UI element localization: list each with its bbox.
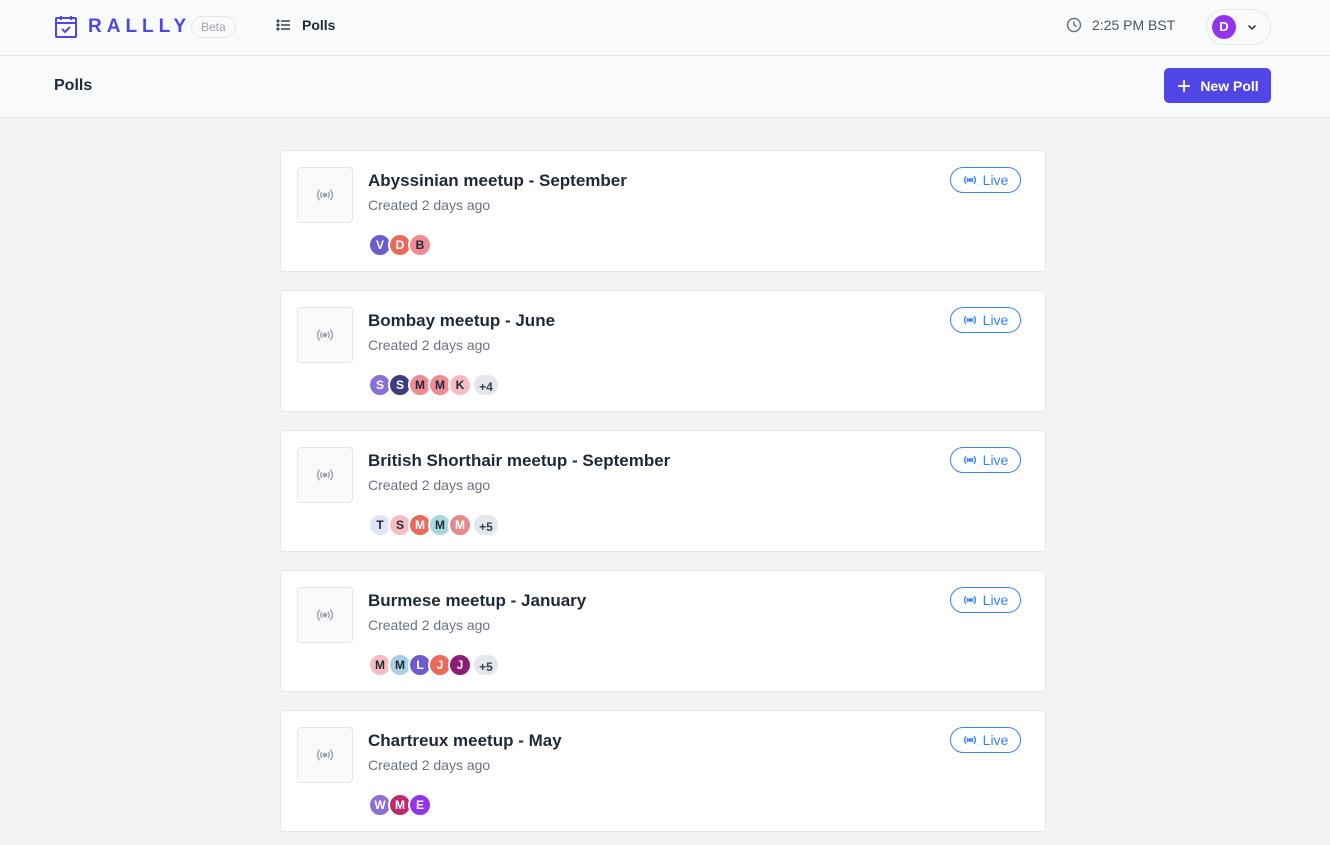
broadcast-icon xyxy=(963,595,976,605)
status-badge: Live xyxy=(950,307,1021,333)
poll-title[interactable]: Burmese meetup - January xyxy=(368,591,586,611)
calendar-check-icon xyxy=(55,16,77,38)
poll-title[interactable]: Bombay meetup - June xyxy=(368,311,555,331)
status-label: Live xyxy=(982,732,1009,748)
timezone-button[interactable]: 2:25 PM BST xyxy=(1066,17,1175,33)
poll-created: Created 2 days ago xyxy=(368,757,491,773)
broadcast-icon xyxy=(316,329,334,341)
participant-avatars: WME xyxy=(368,793,432,817)
poll-card[interactable]: Abyssinian meetup - September Created 2 … xyxy=(280,150,1046,272)
nav-polls-link[interactable]: Polls xyxy=(276,17,335,33)
new-poll-label: New Poll xyxy=(1200,77,1259,94)
poll-card[interactable]: British Shorthair meetup - September Cre… xyxy=(280,430,1046,552)
page-title: Polls xyxy=(54,77,93,94)
app-name: RALLLY xyxy=(88,16,192,37)
poll-created: Created 2 days ago xyxy=(368,617,491,633)
status-label: Live xyxy=(982,452,1009,468)
participant-avatar: K xyxy=(448,373,472,397)
participant-avatar: B xyxy=(408,233,432,257)
poll-thumbnail xyxy=(297,447,353,503)
top-navbar: RALLLY Beta Polls 2:25 PM BST D xyxy=(0,0,1330,56)
poll-thumbnail xyxy=(297,727,353,783)
participant-avatars: M M L J J +5 xyxy=(368,653,500,677)
participant-avatar: J xyxy=(448,653,472,677)
poll-title[interactable]: Abyssinian meetup - September xyxy=(368,171,627,191)
new-poll-button[interactable]: New Poll xyxy=(1164,68,1271,103)
poll-list: Abyssinian meetup - September Created 2 … xyxy=(280,150,1046,845)
participant-avatars: T S M M M +5 xyxy=(368,513,500,537)
broadcast-icon xyxy=(963,175,976,185)
page-header: Polls New Poll xyxy=(0,56,1330,118)
poll-thumbnail xyxy=(297,167,353,223)
more-participants-count: +5 xyxy=(472,513,500,537)
more-participants-count: +5 xyxy=(472,653,500,677)
clock-icon xyxy=(1066,17,1082,33)
poll-title[interactable]: British Shorthair meetup - September xyxy=(368,451,670,471)
broadcast-icon xyxy=(316,749,334,761)
plus-icon xyxy=(1178,79,1191,92)
poll-title[interactable]: Chartreux meetup - May xyxy=(368,731,562,751)
broadcast-icon xyxy=(316,609,334,621)
app-logo[interactable]: RALLLY xyxy=(54,15,191,39)
broadcast-icon xyxy=(316,469,334,481)
user-menu-button[interactable]: D xyxy=(1206,9,1271,45)
participant-avatar: E xyxy=(408,793,432,817)
broadcast-icon xyxy=(316,189,334,201)
poll-card[interactable]: Burmese meetup - January Created 2 days … xyxy=(280,570,1046,692)
nav-polls-label: Polls xyxy=(302,17,336,33)
poll-thumbnail xyxy=(297,587,353,643)
poll-created: Created 2 days ago xyxy=(368,197,491,213)
participant-avatar: M xyxy=(448,513,472,537)
user-avatar: D xyxy=(1212,15,1236,39)
chevron-down-icon xyxy=(1247,24,1257,31)
broadcast-icon xyxy=(963,735,976,745)
status-badge: Live xyxy=(950,167,1021,193)
list-icon xyxy=(276,19,290,31)
status-label: Live xyxy=(982,172,1009,188)
more-participants-count: +4 xyxy=(472,373,500,397)
poll-created: Created 2 days ago xyxy=(368,477,491,493)
participant-avatars: S S M M K +4 xyxy=(368,373,500,397)
broadcast-icon xyxy=(963,455,976,465)
status-badge: Live xyxy=(950,587,1021,613)
status-badge: Live xyxy=(950,727,1021,753)
participant-avatars: VDB xyxy=(368,233,432,257)
status-label: Live xyxy=(982,592,1009,608)
beta-badge: Beta xyxy=(191,16,236,38)
poll-card[interactable]: Bombay meetup - June Created 2 days ago … xyxy=(280,290,1046,412)
poll-thumbnail xyxy=(297,307,353,363)
current-time: 2:25 PM BST xyxy=(1092,17,1176,33)
status-badge: Live xyxy=(950,447,1021,473)
broadcast-icon xyxy=(963,315,976,325)
poll-card[interactable]: Chartreux meetup - May Created 2 days ag… xyxy=(280,710,1046,832)
status-label: Live xyxy=(982,312,1009,328)
poll-created: Created 2 days ago xyxy=(368,337,491,353)
